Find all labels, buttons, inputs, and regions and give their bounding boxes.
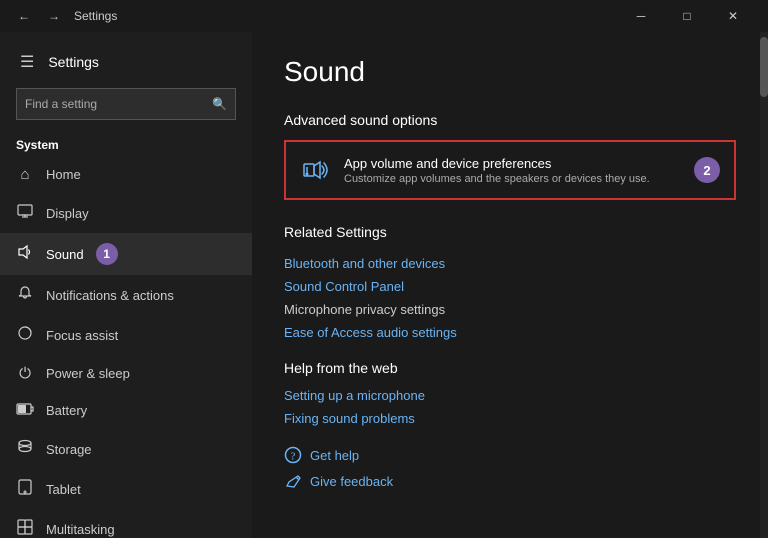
microphone-link[interactable]: Microphone privacy settings <box>284 302 736 317</box>
storage-icon <box>16 439 34 459</box>
advanced-heading: Advanced sound options <box>284 112 736 128</box>
get-help-row[interactable]: ? Get help <box>284 446 736 464</box>
hamburger-button[interactable]: ☰ <box>16 48 38 76</box>
forward-button[interactable]: → <box>42 4 66 28</box>
sidebar-item-sound[interactable]: Sound 1 <box>0 233 252 275</box>
sidebar-item-storage[interactable]: Storage <box>0 429 252 469</box>
titlebar-controls: ─ □ ✕ <box>618 0 756 32</box>
get-help-icon: ? <box>284 446 302 464</box>
sidebar-item-power-label: Power & sleep <box>46 366 130 381</box>
card-text-group: App volume and device preferences Custom… <box>344 156 682 185</box>
sidebar-header: ☰ Settings 🔍 <box>0 32 252 128</box>
notifications-icon <box>16 285 34 305</box>
bottom-links: ? Get help Give feedback <box>284 446 736 490</box>
sound-control-link[interactable]: Sound Control Panel <box>284 279 736 294</box>
sidebar-app-title: Settings <box>48 54 99 70</box>
maximize-button[interactable]: □ <box>664 0 710 32</box>
display-icon <box>16 203 34 223</box>
sidebar-item-sound-label: Sound <box>46 247 84 262</box>
sidebar-item-display[interactable]: Display <box>0 193 252 233</box>
sidebar-item-tablet-label: Tablet <box>46 482 81 497</box>
home-icon: ⌂ <box>16 166 34 183</box>
card-title: App volume and device preferences <box>344 156 682 171</box>
scrollbar-thumb[interactable] <box>760 37 768 97</box>
main-layout: ☰ Settings 🔍 System ⌂ Home <box>0 32 768 538</box>
titlebar: ← → Settings ─ □ ✕ <box>0 0 768 32</box>
feedback-icon <box>284 472 302 490</box>
search-box[interactable]: 🔍 <box>16 88 236 120</box>
sidebar-item-display-label: Display <box>46 206 89 221</box>
sidebar-item-tablet[interactable]: Tablet <box>0 469 252 509</box>
related-settings-heading: Related Settings <box>284 224 736 240</box>
sound-badge: 1 <box>96 243 118 265</box>
sidebar-item-multitasking-label: Multitasking <box>46 522 115 537</box>
titlebar-left: ← → Settings <box>12 4 117 28</box>
sidebar-item-battery[interactable]: Battery <box>0 392 252 429</box>
feedback-label: Give feedback <box>310 474 393 489</box>
sidebar-section-label: System <box>0 128 252 156</box>
get-help-label: Get help <box>310 448 359 463</box>
card-subtitle: Customize app volumes and the speakers o… <box>344 173 682 185</box>
help-heading: Help from the web <box>284 360 736 376</box>
sidebar-item-notifications[interactable]: Notifications & actions <box>0 275 252 315</box>
svg-text:?: ? <box>291 451 296 463</box>
back-button[interactable]: ← <box>12 4 36 28</box>
sidebar-item-battery-label: Battery <box>46 403 87 418</box>
battery-icon <box>16 402 34 419</box>
titlebar-title: Settings <box>74 9 117 23</box>
search-icon: 🔍 <box>212 97 227 111</box>
app-volume-card[interactable]: App volume and device preferences Custom… <box>284 140 736 200</box>
sidebar-item-power[interactable]: ⏻ Power & sleep <box>0 355 252 392</box>
sidebar-item-home-label: Home <box>46 167 81 182</box>
app-volume-icon <box>300 154 332 186</box>
ease-access-link[interactable]: Ease of Access audio settings <box>284 325 736 340</box>
fix-sound-link[interactable]: Fixing sound problems <box>284 411 736 426</box>
minimize-button[interactable]: ─ <box>618 0 664 32</box>
app-volume-badge: 2 <box>694 157 720 183</box>
page-title: Sound <box>284 56 736 88</box>
sidebar-item-focus-label: Focus assist <box>46 328 118 343</box>
close-button[interactable]: ✕ <box>710 0 756 32</box>
sidebar-item-multitasking[interactable]: Multitasking <box>0 509 252 538</box>
setup-mic-link[interactable]: Setting up a microphone <box>284 388 736 403</box>
sidebar: ☰ Settings 🔍 System ⌂ Home <box>0 32 252 538</box>
sidebar-item-home[interactable]: ⌂ Home <box>0 156 252 193</box>
sidebar-item-focus[interactable]: Focus assist <box>0 315 252 355</box>
power-icon: ⏻ <box>16 365 34 382</box>
search-input[interactable] <box>25 97 206 111</box>
titlebar-nav: ← → <box>12 4 66 28</box>
feedback-row[interactable]: Give feedback <box>284 472 736 490</box>
content-area: Sound Advanced sound options App volume … <box>252 32 768 538</box>
tablet-icon <box>16 479 34 499</box>
bluetooth-link[interactable]: Bluetooth and other devices <box>284 256 736 271</box>
focus-icon <box>16 325 34 345</box>
sidebar-item-notifications-label: Notifications & actions <box>46 288 174 303</box>
sidebar-header-row: ☰ Settings <box>16 48 236 76</box>
sidebar-item-storage-label: Storage <box>46 442 92 457</box>
multitasking-icon <box>16 519 34 538</box>
sound-icon <box>16 244 34 264</box>
scrollbar-track[interactable] <box>760 32 768 538</box>
